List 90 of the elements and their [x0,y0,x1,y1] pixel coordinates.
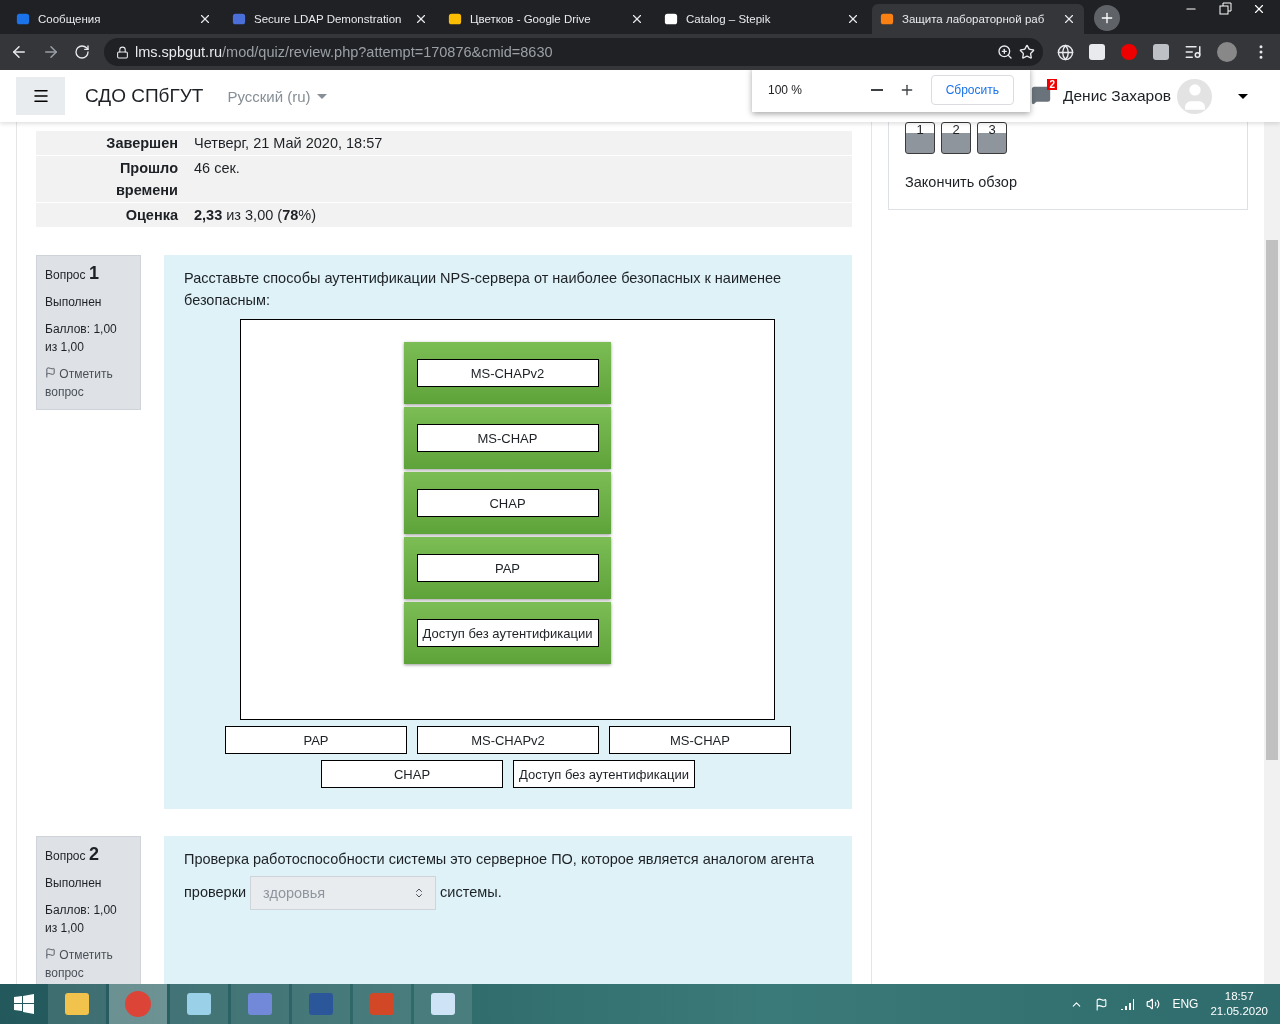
question-nav-button[interactable]: 3 [977,122,1007,154]
url-text: lms.spbgut.ru/mod/quiz/review.php?attempt=170876&cmid=8630 [135,44,553,60]
summary-label: Прошло времени [36,156,186,203]
menu-icon [31,87,50,105]
summary-value: 2,33 из 3,00 (78%) [186,203,852,228]
lock-icon [116,45,129,59]
forward-icon[interactable] [42,43,60,61]
answer-card[interactable]: CHAP [416,489,599,517]
browser-tab[interactable]: Сообщения [8,4,220,34]
close-icon[interactable] [1252,2,1266,16]
bookmark-star-icon[interactable] [1019,44,1035,60]
reset-button[interactable]: Сбросить [930,74,1014,105]
question-status: Выполнен [45,875,103,892]
signal-icon[interactable] [1120,998,1135,1010]
answer-slot[interactable]: PAP [404,537,611,599]
answer-slot[interactable]: CHAP [404,472,611,534]
menu-button[interactable] [16,77,65,115]
summary-value: 46 сек. [186,156,852,203]
zoom-icon[interactable] [997,44,1013,60]
question-nav-button[interactable]: 2 [941,122,971,154]
browser-tab[interactable]: Catalog – Stepik [656,4,868,34]
volume-icon[interactable] [1146,997,1161,1011]
answer-slot[interactable]: MS-CHAP [404,407,611,469]
question-score: Баллов: 1,00 из 1,00 [45,902,118,937]
flag-question-link[interactable]: Отметить вопрос [45,365,132,401]
site-icon [16,12,30,26]
address-field[interactable]: lms.spbgut.ru/mod/quiz/review.php?attempt=170876&cmid=8630 [104,38,1043,66]
browser-tab[interactable]: Secure LDAP Demonstration [224,4,436,34]
browser-tab[interactable]: Защита лабораторной раб [872,4,1084,34]
browser-tab[interactable]: Цветков - Google Drive [440,4,652,34]
caret-icon[interactable] [1238,93,1248,99]
profile-avatar-icon[interactable] [1216,41,1238,63]
site-icon [880,12,894,26]
minus-icon [870,88,883,91]
close-icon[interactable] [630,12,644,26]
question-score: Баллов: 1,00 из 1,00 [45,321,118,356]
question-text: Проверка работоспособности системы это серверное ПО, которое является аналогом агента [184,850,816,869]
back-icon[interactable] [10,43,28,61]
media-icon[interactable] [1184,43,1202,61]
close-icon[interactable] [846,12,860,26]
windows-logo-icon [14,994,34,1014]
question-status: Выполнен [45,294,103,311]
choice-card[interactable]: PAP [225,726,407,754]
restore-icon[interactable] [1218,2,1232,16]
answer-slot[interactable]: Доступ без аутентификации [404,602,611,664]
question-number: Вопрос 2 [45,845,100,865]
close-icon[interactable] [1062,12,1076,26]
question-text: проверки [184,884,247,900]
site-icon [448,12,462,26]
flag-icon [45,367,56,378]
choice-card[interactable]: MS-CHAP [609,726,791,754]
reload-icon[interactable] [74,44,90,60]
answer-card[interactable]: PAP [416,554,599,582]
messages-icon[interactable] [1030,85,1051,105]
plus-icon [1099,10,1115,26]
answer-card[interactable]: MS-CHAP [416,424,599,452]
summary-label: Завершен [36,131,186,156]
answer-slot[interactable]: MS-CHAPv2 [404,342,611,404]
question-number: Вопрос 1 [45,264,100,284]
close-icon[interactable] [198,12,212,26]
clock[interactable]: 18:57 21.05.2020 [1210,989,1268,1019]
choice-card[interactable]: CHAP [321,760,503,788]
choice-card[interactable]: MS-CHAPv2 [417,726,599,754]
globe-icon[interactable] [1057,43,1074,61]
notification-badge: 2 [1047,79,1057,90]
flag-icon [45,948,56,959]
question-nav-button[interactable]: 1 [905,122,935,154]
user-name[interactable]: Денис Захаров [1062,87,1171,105]
question-text: Расставьте способы аутентификации NPS-сервера от наиболее безопасных к наименее безопасным: [184,269,783,310]
site-name[interactable]: СДО СПбГУТ [85,85,204,107]
flag-question-link[interactable]: Отметить вопрос [45,946,132,982]
input-language[interactable]: ENG [1172,997,1199,1011]
summary-label: Оценка [36,203,186,228]
answer-card[interactable]: MS-CHAPv2 [416,359,599,387]
scrollbar[interactable] [1264,122,1280,984]
answer-card[interactable]: Доступ без аутентификации [416,619,599,647]
finish-review-link[interactable]: Закончить обзор [905,174,1017,190]
zoom-out-button[interactable] [870,88,883,91]
site-icon [664,12,678,26]
summary-value: Четверг, 21 Май 2020, 18:57 [186,131,852,156]
choice-card[interactable]: Доступ без аутентификации [513,760,695,788]
taskbar-app[interactable] [48,984,106,1024]
taskbar-app[interactable] [414,984,472,1024]
question-text: системы. [440,884,502,900]
flag-icon[interactable] [1095,997,1109,1011]
site-icon [232,12,246,26]
close-icon[interactable] [414,12,428,26]
new-tab-button[interactable] [1094,5,1120,31]
taskbar-app[interactable] [170,984,228,1024]
zoom-level: 100 % [768,82,803,97]
